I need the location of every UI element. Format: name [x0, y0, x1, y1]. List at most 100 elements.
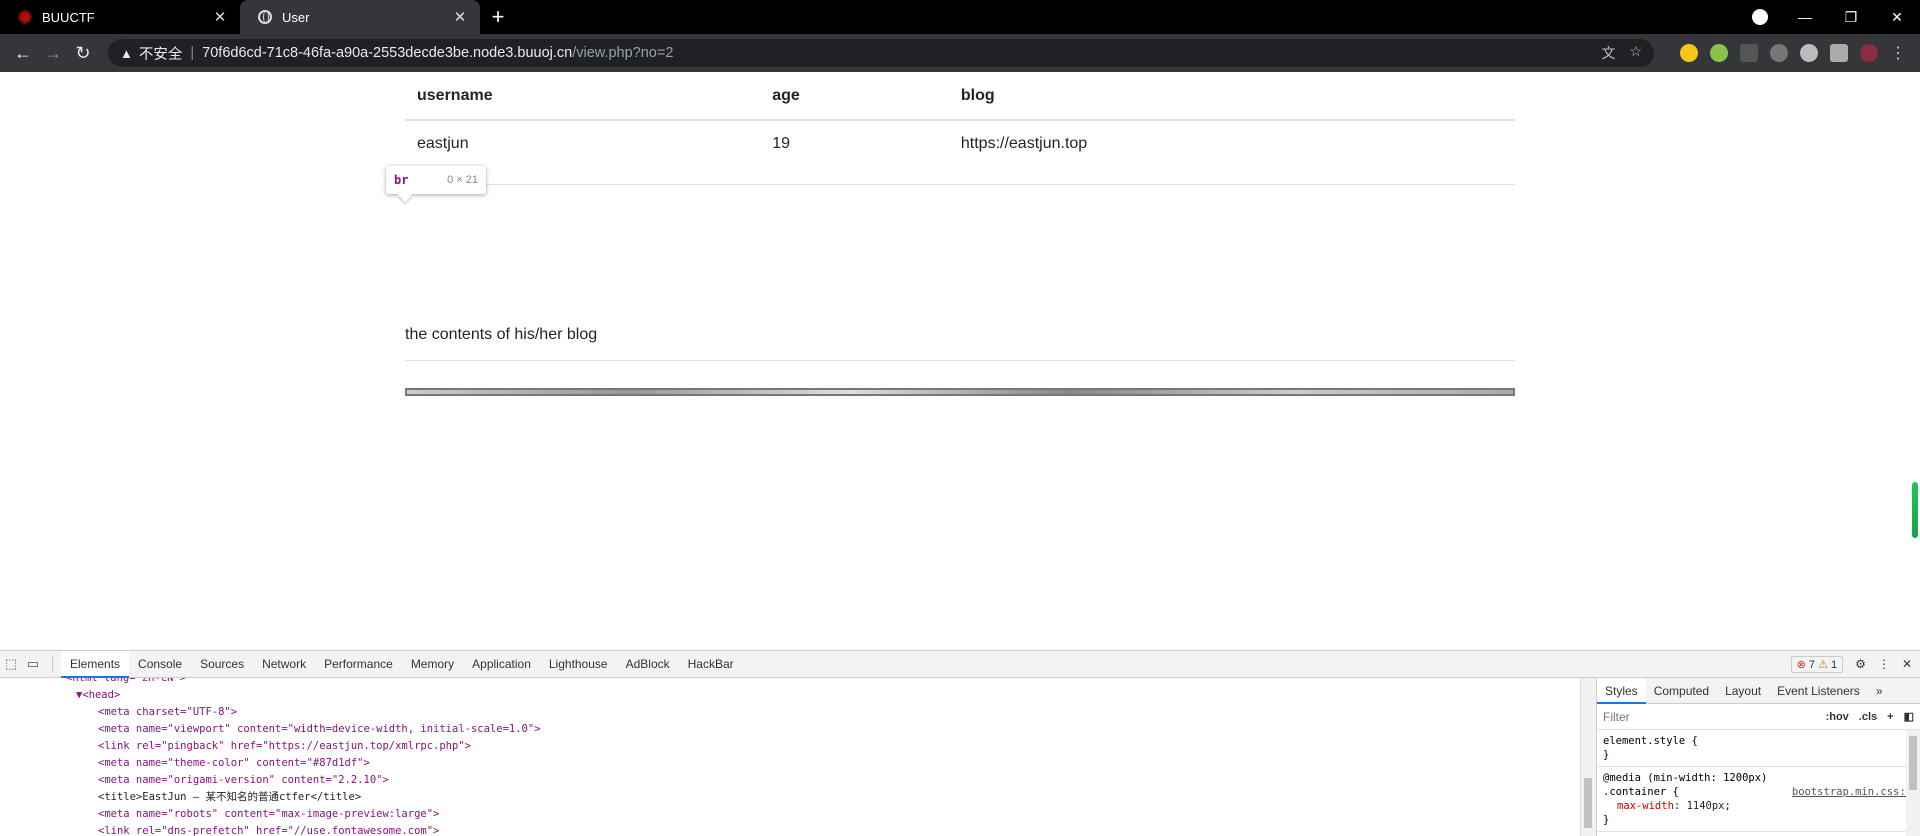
- hov-toggle[interactable]: :hov: [1826, 711, 1849, 723]
- header-age: age: [760, 72, 949, 121]
- address-bar[interactable]: ▲ 不安全 | 70f6d6cd-71c8-46fa-a90a-2553decd…: [108, 39, 1654, 67]
- dom-node[interactable]: <title>EastJun – 某不知名的普通ctfer</title>: [0, 789, 1580, 806]
- menu-icon[interactable]: ⋮: [1890, 43, 1906, 63]
- tab-computed[interactable]: Computed: [1646, 678, 1717, 704]
- dom-node[interactable]: <link rel="pingback" href="https://eastj…: [0, 738, 1580, 755]
- bookmark-star-icon[interactable]: ☆: [1629, 43, 1642, 63]
- tab-layout[interactable]: Layout: [1717, 678, 1769, 704]
- warning-icon: ▲: [120, 45, 133, 61]
- header-username: username: [405, 72, 761, 121]
- url-path: /view.php?no=2: [572, 45, 674, 61]
- tab-adblock[interactable]: AdBlock: [617, 651, 679, 678]
- devtools-panel: ⬚ ▭ Elements Console Sources Network Per…: [0, 650, 1920, 836]
- browser-toolbar: ← → ↻ ▲ 不安全 | 70f6d6cd-71c8-46fa-a90a-25…: [0, 34, 1920, 72]
- more-options-icon[interactable]: ⋮: [1878, 657, 1890, 671]
- tab-strip: BUUCTF ✕ User ✕ + — ❐ ✕: [0, 0, 1920, 34]
- container-rule[interactable]: @media (min-width: 1200px) .container {b…: [1597, 767, 1920, 832]
- user-table: username age blog eastjun 19 https://eas…: [405, 72, 1515, 185]
- reload-icon[interactable]: ↻: [68, 43, 98, 64]
- tab-lighthouse[interactable]: Lighthouse: [540, 651, 617, 678]
- extension-icon[interactable]: [1770, 44, 1788, 62]
- add-rule-icon[interactable]: +: [1887, 711, 1893, 723]
- tab-performance[interactable]: Performance: [315, 651, 402, 678]
- tab-title: User: [282, 9, 310, 25]
- rule-selector: .container {: [1603, 786, 1679, 798]
- dom-node[interactable]: <meta name="origami-version" content="2.…: [0, 772, 1580, 789]
- warning-count: 1: [1831, 658, 1838, 671]
- styles-scrollbar[interactable]: [1906, 730, 1920, 836]
- restore-icon[interactable]: ❐: [1828, 9, 1874, 26]
- back-icon[interactable]: ←: [8, 43, 38, 64]
- elements-scrollbar[interactable]: [1580, 678, 1596, 836]
- dom-node[interactable]: <meta name="robots" content="max-image-p…: [0, 806, 1580, 823]
- tab-application[interactable]: Application: [463, 651, 540, 678]
- extension-icon[interactable]: [1710, 44, 1728, 62]
- security-label[interactable]: 不安全: [139, 43, 183, 64]
- divider: |: [190, 45, 195, 61]
- styles-filter-row: :hov .cls + ◧: [1597, 704, 1920, 730]
- extension-icon[interactable]: [1680, 44, 1698, 62]
- close-window-icon[interactable]: ✕: [1874, 9, 1920, 26]
- globe-icon: [258, 10, 272, 24]
- scroll-thumb[interactable]: [1909, 736, 1917, 790]
- dom-node[interactable]: <html lang="zh-CN">: [0, 678, 1580, 687]
- url-host: 70f6d6cd-71c8-46fa-a90a-2553decde3be.nod…: [202, 45, 573, 61]
- dom-node[interactable]: <meta charset="UTF-8">: [0, 704, 1580, 721]
- translate-icon[interactable]: 文: [1601, 43, 1615, 63]
- cell-age: 19: [760, 120, 949, 185]
- cls-toggle[interactable]: .cls: [1859, 711, 1877, 723]
- new-tab-button[interactable]: +: [480, 0, 516, 34]
- tab-event-listeners[interactable]: Event Listeners: [1769, 678, 1868, 704]
- profile-dropdown-icon[interactable]: [1752, 9, 1768, 25]
- devtools-tabbar: ⬚ ▭ Elements Console Sources Network Per…: [0, 650, 1920, 678]
- tab-network[interactable]: Network: [253, 651, 315, 678]
- dom-node[interactable]: <meta name="theme-color" content="#87d1d…: [0, 755, 1580, 772]
- header-blog: blog: [948, 72, 1515, 121]
- css-property[interactable]: max-width: 1140px;: [1603, 799, 1914, 813]
- error-icon: ⊗: [1796, 658, 1806, 671]
- close-devtools-icon[interactable]: ✕: [1902, 657, 1912, 671]
- dom-node[interactable]: <link rel="dns-prefetch" href="//use.fon…: [0, 823, 1580, 836]
- page-viewport: username age blog eastjun 19 https://eas…: [0, 72, 1920, 650]
- close-tab-icon[interactable]: ✕: [450, 8, 470, 26]
- tab-console[interactable]: Console: [129, 651, 191, 678]
- source-link[interactable]: bootstrap.min.css:6: [1792, 785, 1912, 799]
- tab-elements[interactable]: Elements: [61, 650, 130, 678]
- page-scrollbar[interactable]: [1912, 482, 1918, 538]
- avatar[interactable]: [1860, 44, 1878, 62]
- element-style-rule[interactable]: element.style { }: [1597, 730, 1920, 767]
- extension-icon[interactable]: [1740, 44, 1758, 62]
- tab-memory[interactable]: Memory: [402, 651, 463, 678]
- tab-styles[interactable]: Styles: [1597, 677, 1646, 704]
- cloud-icon[interactable]: [1800, 44, 1818, 62]
- more-tabs-icon[interactable]: »: [1868, 678, 1891, 704]
- puzzle-icon[interactable]: [1830, 44, 1848, 62]
- buuctf-favicon-icon: [18, 10, 32, 24]
- issues-badge[interactable]: ⊗ 7 ⚠ 1: [1790, 655, 1844, 673]
- minimize-icon[interactable]: —: [1782, 9, 1828, 25]
- forward-icon[interactable]: →: [38, 43, 68, 64]
- styles-tabbar: Styles Computed Layout Event Listeners »: [1597, 677, 1920, 704]
- tab-buuctf[interactable]: BUUCTF ✕: [0, 0, 240, 34]
- blog-iframe[interactable]: [405, 388, 1515, 396]
- divider: [52, 656, 53, 672]
- scroll-thumb[interactable]: [1584, 778, 1592, 828]
- tab-sources[interactable]: Sources: [191, 651, 253, 678]
- inspect-element-icon[interactable]: ⬚: [0, 656, 22, 672]
- property-name: max-width: [1617, 800, 1674, 812]
- tooltip-dims: 0 × 21: [447, 174, 478, 186]
- dom-node[interactable]: ▼<head>: [0, 687, 1580, 704]
- settings-gear-icon[interactable]: ⚙: [1855, 657, 1866, 671]
- device-toolbar-icon[interactable]: ▭: [22, 656, 44, 672]
- toggle-sidebar-icon[interactable]: ◧: [1904, 710, 1914, 723]
- tab-hackbar[interactable]: HackBar: [679, 651, 743, 678]
- blog-heading: the contents of his/her blog: [405, 326, 1515, 361]
- error-count: 7: [1808, 658, 1816, 671]
- close-tab-icon[interactable]: ✕: [210, 8, 230, 26]
- window-controls: — ❐ ✕: [1752, 0, 1920, 34]
- tooltip-tag: br: [394, 173, 409, 187]
- tab-user[interactable]: User ✕: [240, 0, 480, 34]
- dom-node[interactable]: <meta name="viewport" content="width=dev…: [0, 721, 1580, 738]
- warning-icon: ⚠: [1818, 658, 1828, 671]
- styles-filter-input[interactable]: [1603, 709, 1816, 724]
